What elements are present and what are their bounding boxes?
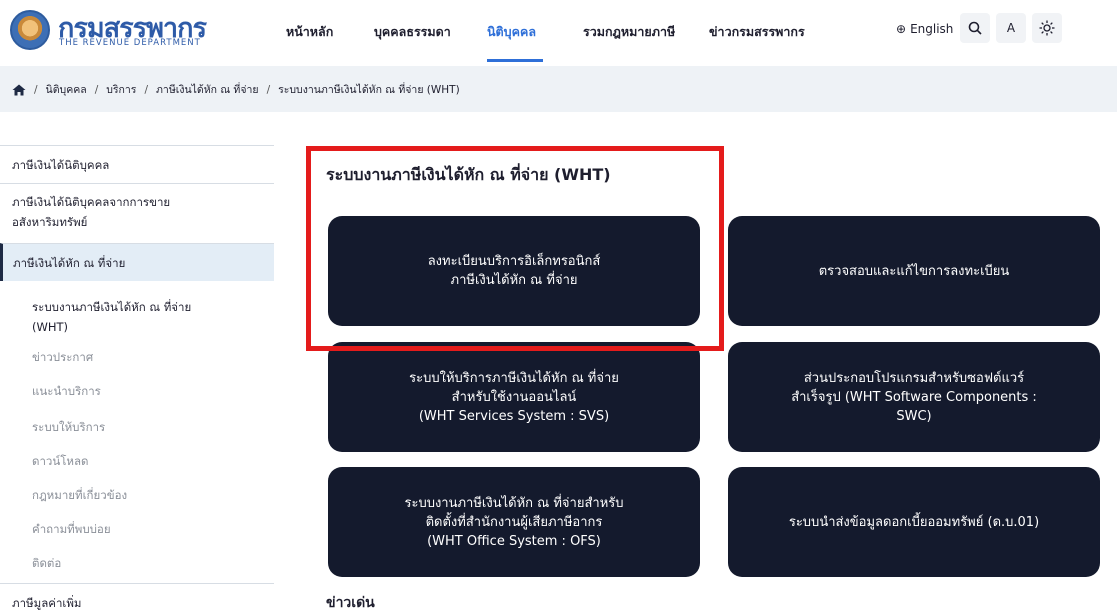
tile-wht-office-system[interactable]: ระบบงานภาษีเงินได้หัก ณ ที่จ่ายสำหรับ ติ…: [328, 467, 700, 577]
breadcrumb-item-corporate[interactable]: นิติบุคคล: [46, 81, 87, 98]
nav-news[interactable]: ข่าวกรมสรรพากร: [709, 22, 805, 42]
font-size-button[interactable]: A: [996, 13, 1026, 43]
tile-label: ระบบนำส่งข้อมูลดอกเบี้ยออมทรัพย์ (ด.บ.01…: [788, 514, 1040, 530]
tile-label: ภาษีเงินได้หัก ณ ที่จ่าย: [450, 273, 578, 288]
tile-label: (WHT Services System : SVS): [418, 408, 610, 424]
font-size-icon: A: [1006, 21, 1016, 35]
tile-wht-services-system[interactable]: ระบบให้บริการภาษีเงินได้หัก ณ ที่จ่าย สำ…: [328, 342, 700, 452]
sidebar-subitem-label: กฎหมายที่เกี่ยวข้อง: [32, 488, 128, 502]
tile-e-registration[interactable]: ลงทะเบียนบริการอิเล็กทรอนิกส์ ภาษีเงินได…: [328, 216, 700, 326]
breadcrumb-item-services[interactable]: บริการ: [106, 81, 136, 98]
sidebar-subitem-label: ติดต่อ: [32, 556, 62, 570]
site-header: กรมสรรพากร THE REVENUE DEPARTMENT หน้าหล…: [0, 0, 1117, 62]
sidebar-item-label: ภาษีเงินได้นิติบุคคลจากการขาย: [12, 195, 171, 209]
nav-corporate[interactable]: นิติบุคคล: [487, 22, 536, 42]
sidebar-subitem-related-laws[interactable]: กฎหมายที่เกี่ยวข้อง: [0, 485, 274, 509]
sidebar-subitem-label: ดาวน์โหลด: [32, 454, 89, 468]
sidebar-subitem-downloads[interactable]: ดาวน์โหลด: [0, 451, 274, 475]
brightness-icon: [1039, 20, 1055, 36]
emblem-icon: [10, 10, 50, 50]
theme-toggle-button[interactable]: [1032, 13, 1062, 43]
sidebar-item-property-sale-tax[interactable]: ภาษีเงินได้นิติบุคคลจากการขาย อสังหาริมท…: [0, 183, 274, 243]
tile-label: ตรวจสอบและแก้ไขการลงทะเบียน: [818, 263, 1010, 279]
language-label: English: [910, 22, 954, 36]
tile-label: ส่วนประกอบโปรแกรมสำหรับซอฟต์แวร์: [803, 370, 1025, 386]
tile-savings-interest-submission[interactable]: ระบบนำส่งข้อมูลดอกเบี้ยออมทรัพย์ (ด.บ.01…: [728, 467, 1100, 577]
sidebar-subitem-label: ระบบให้บริการ: [32, 420, 106, 434]
sidebar-subitem-wht-system[interactable]: ระบบงานภาษีเงินได้หัก ณ ที่จ่าย (WHT): [0, 293, 274, 345]
nav-active-indicator: [487, 59, 543, 62]
tile-label: สำหรับใช้งานออนไลน์: [451, 389, 577, 405]
tile-label: ระบบงานภาษีเงินได้หัก ณ ที่จ่ายสำหรับ: [404, 495, 624, 511]
page-title: ระบบงานภาษีเงินได้หัก ณ ที่จ่าย (WHT): [326, 165, 611, 184]
tile-label: ติดตั้งที่สำนักงานผู้เสียภาษีอากร: [425, 514, 603, 530]
sidebar-item-label: ภาษีเงินได้นิติบุคคล: [12, 158, 110, 172]
breadcrumb: / นิติบุคคล / บริการ / ภาษีเงินได้หัก ณ …: [12, 81, 460, 98]
sidebar-subitem-label: (WHT): [32, 320, 69, 334]
sidebar-item-withholding-tax[interactable]: ภาษีเงินได้หัก ณ ที่จ่าย: [0, 243, 274, 281]
nav-tax-law[interactable]: รวมกฎหมายภาษี: [583, 22, 675, 42]
sidebar-item-label: ภาษีมูลค่าเพิ่ม: [12, 596, 82, 610]
breadcrumb-separator: /: [34, 83, 38, 96]
tile-label: ลงทะเบียนบริการอิเล็กทรอนิกส์: [427, 254, 601, 269]
nav-home[interactable]: หน้าหลัก: [286, 22, 333, 42]
home-icon[interactable]: [12, 84, 26, 96]
featured-news-heading: ข่าวเด่น: [326, 595, 375, 611]
tile-label: SWC): [896, 408, 932, 424]
tile-wht-software-components[interactable]: ส่วนประกอบโปรแกรมสำหรับซอฟต์แวร์ สำเร็จร…: [728, 342, 1100, 452]
breadcrumb-item-current: ระบบงานภาษีเงินได้หัก ณ ที่จ่าย (WHT): [278, 84, 460, 96]
tile-label: ระบบให้บริการภาษีเงินได้หัก ณ ที่จ่าย: [409, 370, 619, 386]
sidebar-subitem-faq[interactable]: คำถามที่พบบ่อย: [0, 519, 274, 543]
sidebar-subitem-label: คำถามที่พบบ่อย: [32, 522, 111, 536]
tile-label: (WHT Office System : OFS): [427, 533, 601, 549]
breadcrumb-separator: /: [144, 83, 148, 96]
sidebar-item-label: ภาษีเงินได้หัก ณ ที่จ่าย: [13, 256, 126, 270]
sidebar-item-corporate-income-tax[interactable]: ภาษีเงินได้นิติบุคคล: [0, 145, 274, 183]
sidebar-subitem-announcements[interactable]: ข่าวประกาศ: [0, 347, 274, 371]
breadcrumb-item-wht[interactable]: ภาษีเงินได้หัก ณ ที่จ่าย: [156, 81, 259, 98]
globe-icon: ⊕: [896, 22, 907, 36]
sidebar-subitem-label: ระบบงานภาษีเงินได้หัก ณ ที่จ่าย: [32, 300, 192, 314]
revenue-department-logo[interactable]: กรมสรรพากร THE REVENUE DEPARTMENT: [6, 8, 236, 54]
logo-subtitle: THE REVENUE DEPARTMENT: [59, 38, 201, 48]
sidebar-subitem-label: แนะนำบริการ: [32, 384, 101, 398]
sidebar-subitem-service-intro[interactable]: แนะนำบริการ: [0, 381, 274, 405]
search-button[interactable]: [960, 13, 990, 43]
sidebar-subitem-label: ข่าวประกาศ: [32, 350, 94, 364]
sidebar-subitem-service-system[interactable]: ระบบให้บริการ: [0, 417, 274, 441]
tile-check-registration[interactable]: ตรวจสอบและแก้ไขการลงทะเบียน: [728, 216, 1100, 326]
sidebar-item-vat[interactable]: ภาษีมูลค่าเพิ่ม: [0, 583, 274, 614]
breadcrumb-separator: /: [94, 83, 99, 96]
sidebar-subitem-contact[interactable]: ติดต่อ: [0, 553, 274, 577]
breadcrumb-bar: / นิติบุคคล / บริการ / ภาษีเงินได้หัก ณ …: [0, 66, 1117, 112]
tile-label: สำเร็จรูป (WHT Software Components :: [791, 389, 1037, 405]
search-icon: [968, 21, 982, 35]
nav-individual[interactable]: บุคคลธรรมดา: [374, 22, 451, 42]
sidebar-item-label: อสังหาริมทรัพย์: [12, 215, 88, 229]
language-switch[interactable]: ⊕ English: [896, 22, 953, 36]
breadcrumb-separator: /: [266, 83, 271, 96]
